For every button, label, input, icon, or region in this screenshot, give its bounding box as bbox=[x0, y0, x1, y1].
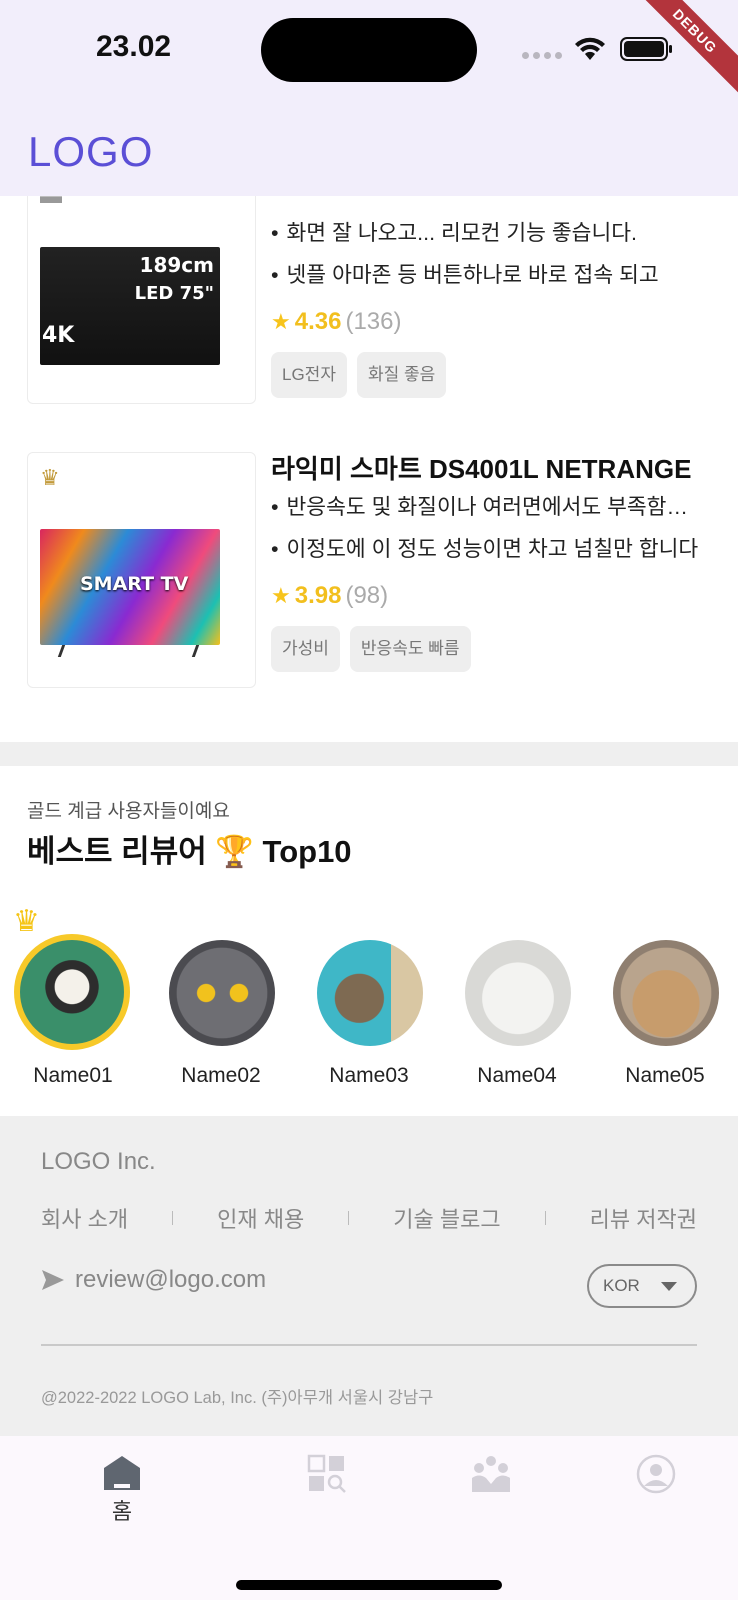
avatar[interactable] bbox=[465, 940, 571, 1046]
section-divider bbox=[0, 742, 738, 766]
divider bbox=[544, 1211, 546, 1225]
tag-chip[interactable]: 가성비 bbox=[271, 626, 340, 672]
reviewer-name: Name04 bbox=[477, 1064, 557, 1087]
nav-category-search[interactable] bbox=[287, 1454, 367, 1494]
reviewer-item[interactable]: Name04 bbox=[447, 906, 587, 1087]
tv-image: SMART TV bbox=[40, 529, 220, 645]
avatar[interactable] bbox=[317, 940, 423, 1046]
reviewer-name: Name01 bbox=[33, 1064, 113, 1087]
avatar[interactable] bbox=[14, 934, 130, 1050]
footer-link-tech-blog[interactable]: 기술 블로그 bbox=[393, 1202, 500, 1234]
nav-home[interactable]: 홈 bbox=[82, 1454, 162, 1526]
nav-home-label: 홈 bbox=[111, 1499, 133, 1524]
footer-company: LOGO Inc. bbox=[41, 1148, 156, 1175]
app-logo[interactable]: LOGO bbox=[28, 128, 153, 176]
product-thumbnail[interactable]: ▬ 189cm LED 75" 4K bbox=[27, 168, 256, 404]
reviewer-item[interactable]: ♛ Name01 bbox=[3, 905, 143, 1087]
section-subtitle: 골드 계급 사용자들이예요 bbox=[27, 801, 230, 822]
tag-chip[interactable]: 반응속도 빠름 bbox=[349, 626, 471, 672]
reviewer-item[interactable]: Name03 bbox=[299, 906, 439, 1087]
tag-list: 가성비 반응속도 빠름 bbox=[271, 626, 726, 672]
footer-email[interactable]: review@logo.com bbox=[41, 1266, 266, 1294]
language-value: KOR bbox=[603, 1276, 640, 1295]
review-snippet: 이정도에 이 정도 성능이면 차고 넘칠만 합니다 bbox=[271, 528, 701, 570]
profile-icon bbox=[636, 1454, 676, 1494]
tv-badge-text: 4K bbox=[42, 323, 75, 348]
reviewer-name: Name05 bbox=[625, 1064, 705, 1087]
product-info: 라익미 스마트 DS4001L NETRANGE 반응속도 및 화질이나 여러면… bbox=[271, 452, 726, 672]
category-search-icon bbox=[307, 1454, 346, 1493]
tv-image: 189cm LED 75" 4K bbox=[40, 247, 220, 365]
product-thumbnail[interactable]: ♛ SMART TV bbox=[27, 452, 256, 688]
battery-icon bbox=[620, 37, 672, 61]
footer-link-about[interactable]: 회사 소개 bbox=[41, 1202, 128, 1234]
rating-value: 3.98 bbox=[294, 582, 342, 609]
reviewer-name: Name03 bbox=[329, 1064, 409, 1087]
reviewer-name: Name02 bbox=[181, 1064, 261, 1087]
tv-screen-text: SMART TV bbox=[80, 573, 189, 595]
home-indicator bbox=[236, 1580, 502, 1590]
product-title[interactable]: 라익미 스마트 DS4001L NETRANGE bbox=[271, 452, 701, 486]
footer: LOGO Inc. 회사 소개 인재 채용 기술 블로그 리뷰 저작권 revi… bbox=[0, 1116, 738, 1436]
reviewer-list[interactable]: ♛ Name01 Name02 Name03 Name04 Name05 bbox=[0, 905, 738, 1096]
product-card[interactable]: ♛ SMART TV 라익미 스마트 DS4001L NETRANGE 반응속도… bbox=[27, 452, 727, 688]
tv-size-text: 189cm bbox=[139, 253, 214, 277]
bottom-navigation: 홈 bbox=[0, 1436, 738, 1600]
section-title: 베스트 리뷰어 🏆 Top10 bbox=[27, 834, 352, 869]
app-header: 23.02 DEBUG LOGO bbox=[0, 0, 738, 196]
product-info: 화면 잘 나오고... 리모컨 기능 좋습니다. 넷플 아마존 등 버튼하나로 … bbox=[271, 212, 726, 398]
review-count: (136) bbox=[345, 308, 402, 335]
footer-link-copyright[interactable]: 리뷰 저작권 bbox=[590, 1202, 697, 1234]
divider bbox=[172, 1211, 174, 1225]
product-card[interactable]: ▬ 189cm LED 75" 4K 화면 잘 나오고... 리모컨 기능 좋습… bbox=[27, 168, 727, 404]
rating-row: ★ 4.36 (136) bbox=[271, 308, 726, 342]
review-snippet: 넷플 아마존 등 버튼하나로 바로 접속 되고 bbox=[271, 254, 701, 296]
rating-row: ★ 3.98 (98) bbox=[271, 582, 726, 616]
star-icon: ★ bbox=[271, 583, 291, 608]
tag-chip[interactable]: LG전자 bbox=[271, 352, 347, 398]
avatar[interactable] bbox=[169, 940, 275, 1046]
footer-links: 회사 소개 인재 채용 기술 블로그 리뷰 저작권 bbox=[41, 1202, 697, 1234]
review-snippet: 반응속도 및 화질이나 여러면에서도 부족함이 없어요 bbox=[271, 486, 701, 528]
language-select[interactable]: KOR bbox=[587, 1264, 697, 1308]
email-text: review@logo.com bbox=[75, 1266, 267, 1293]
rating-value: 4.36 bbox=[294, 308, 342, 335]
tv-stand bbox=[52, 645, 208, 657]
crown-rank-icon: ♛ bbox=[40, 465, 60, 490]
review-snippet: 화면 잘 나오고... 리모컨 기능 좋습니다. bbox=[271, 212, 701, 254]
review-count: (98) bbox=[345, 582, 389, 609]
community-icon bbox=[472, 1456, 510, 1492]
reviewer-item[interactable]: Name02 bbox=[151, 906, 291, 1087]
status-time: 23.02 bbox=[96, 30, 172, 63]
divider bbox=[348, 1211, 350, 1225]
wifi-icon bbox=[575, 37, 605, 60]
footer-divider bbox=[41, 1344, 697, 1346]
footer-link-careers[interactable]: 인재 채용 bbox=[217, 1202, 304, 1234]
nav-community[interactable] bbox=[451, 1454, 531, 1494]
home-icon bbox=[104, 1456, 140, 1490]
tv-model-text: LED 75" bbox=[134, 283, 214, 304]
dynamic-island bbox=[261, 18, 477, 82]
reviewer-item[interactable]: Name05 bbox=[595, 906, 735, 1087]
crown-icon: ♛ bbox=[13, 905, 40, 938]
chevron-down-icon bbox=[661, 1282, 677, 1291]
send-icon bbox=[42, 1270, 64, 1290]
tag-chip[interactable]: 화질 좋음 bbox=[356, 352, 447, 398]
star-icon: ★ bbox=[271, 309, 291, 334]
cellular-signal-icon bbox=[522, 52, 562, 59]
copyright-text: @2022-2022 LOGO Lab, Inc. (주)아무개 서울시 강남구 bbox=[41, 1389, 434, 1407]
avatar[interactable] bbox=[613, 940, 719, 1046]
tag-list: LG전자 화질 좋음 bbox=[271, 352, 726, 398]
nav-profile[interactable] bbox=[616, 1454, 696, 1494]
